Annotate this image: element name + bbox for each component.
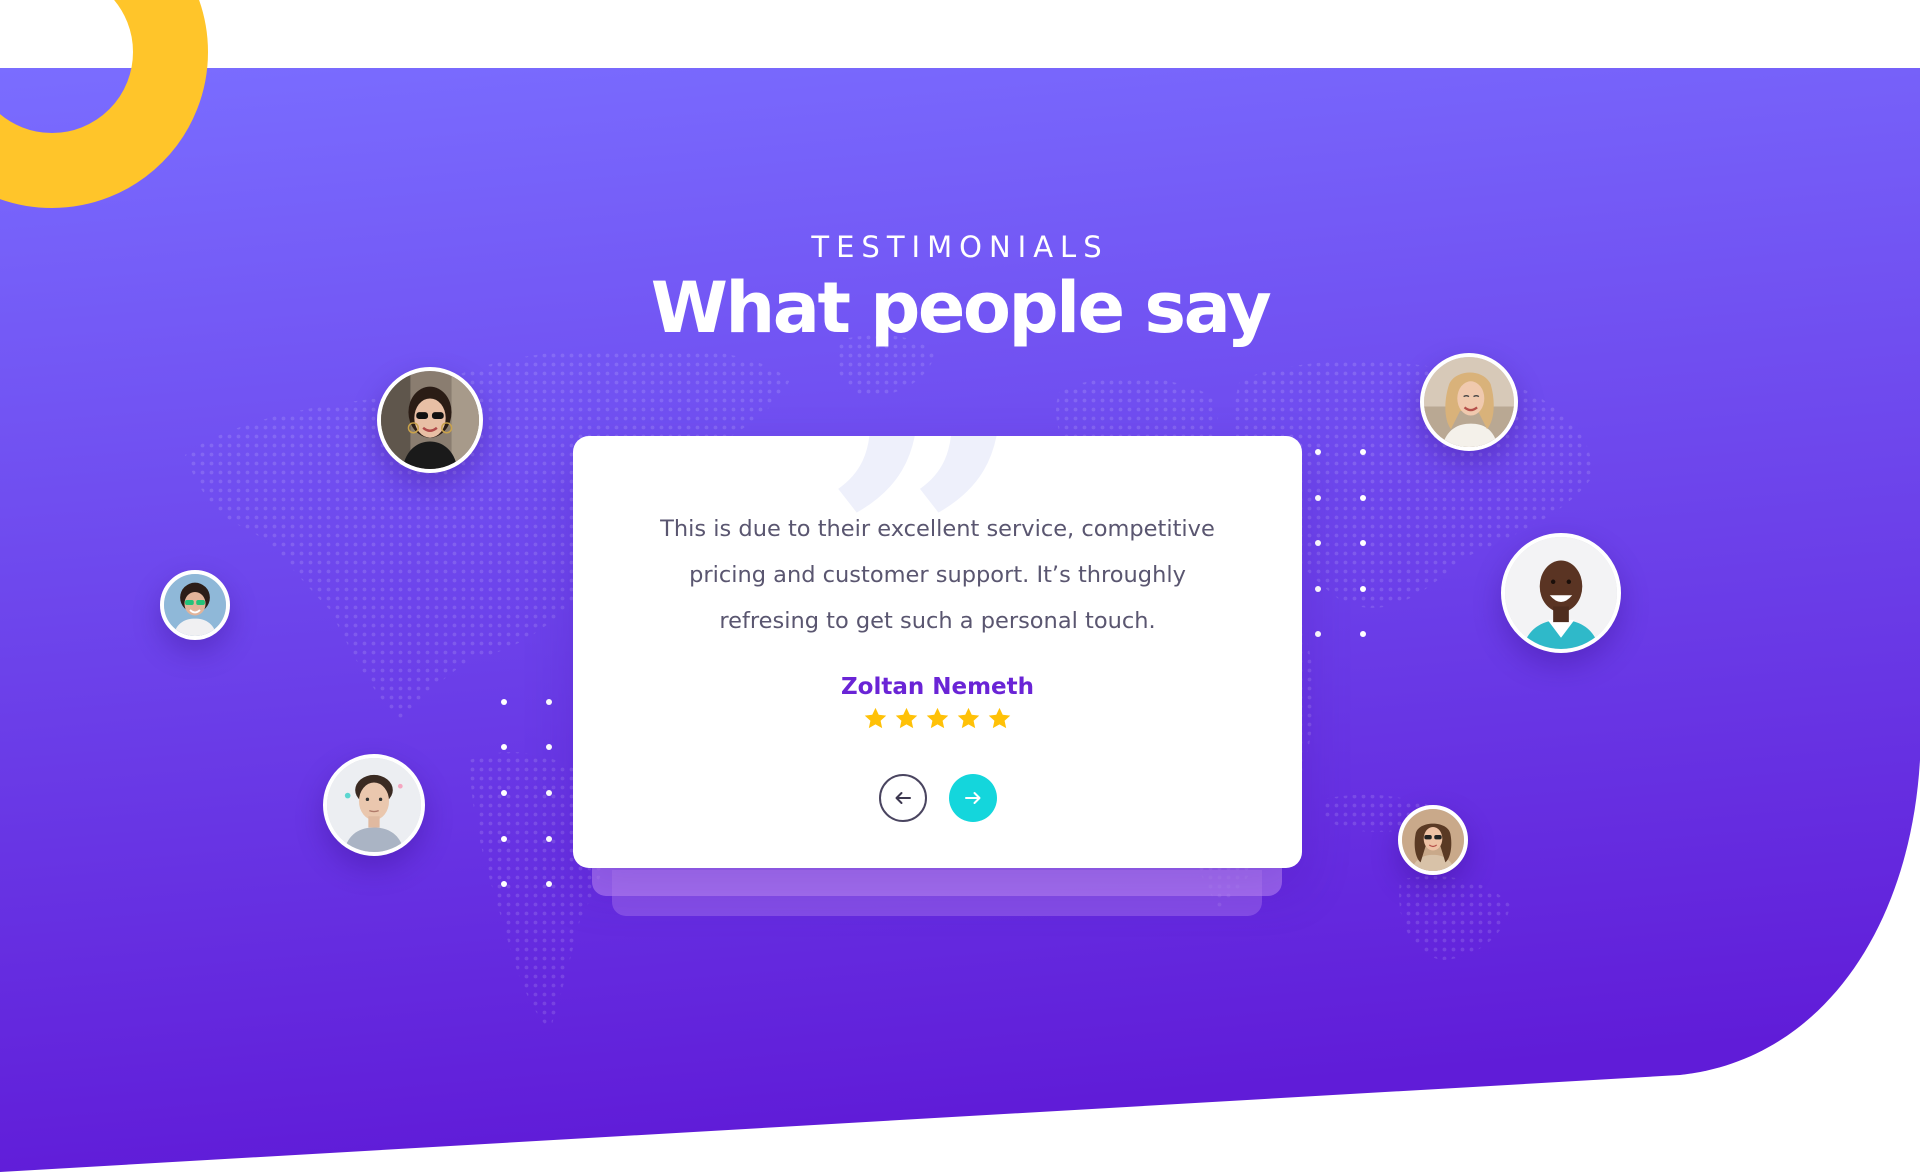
- avatar-woman-brunette[interactable]: [1398, 805, 1468, 875]
- star-icon: [957, 707, 980, 729]
- arrow-right-icon: [964, 792, 980, 804]
- quote-line: This is due to their excellent service, …: [660, 516, 1215, 542]
- testimonial-author: Zoltan Nemeth: [840, 674, 1035, 700]
- section-heading: TESTIMONIALS What people say: [0, 230, 1920, 346]
- section-title: What people say: [650, 267, 1272, 349]
- star-icon: [895, 707, 918, 729]
- previous-button[interactable]: [878, 774, 927, 822]
- star-icon: [988, 707, 1011, 729]
- quote-line: pricing and customer support. It’s throu…: [689, 562, 1186, 588]
- avatar-woman-green-sunglasses[interactable]: [160, 570, 230, 640]
- testimonials-section: TESTIMONIALS What people say ” This is d…: [0, 0, 1920, 1172]
- avatar-man-smiling[interactable]: [1501, 533, 1621, 653]
- testimonial-navigation: [573, 774, 1302, 822]
- star-icon: [926, 707, 949, 729]
- star-icon: [864, 707, 887, 729]
- avatar-woman-sunglasses-hoops[interactable]: [377, 367, 483, 473]
- star-rating: [573, 706, 1302, 731]
- arrow-left-icon: [895, 792, 911, 804]
- avatar-woman-blonde[interactable]: [1420, 353, 1518, 451]
- avatar-young-man[interactable]: [323, 754, 425, 856]
- testimonial-card: ” This is due to their excellent service…: [573, 436, 1302, 868]
- section-eyebrow: TESTIMONIALS: [811, 230, 1109, 264]
- testimonial-quote: This is due to their excellent service, …: [638, 506, 1238, 644]
- quote-line: refresing to get such a personal touch.: [719, 608, 1156, 634]
- next-button[interactable]: [948, 774, 997, 822]
